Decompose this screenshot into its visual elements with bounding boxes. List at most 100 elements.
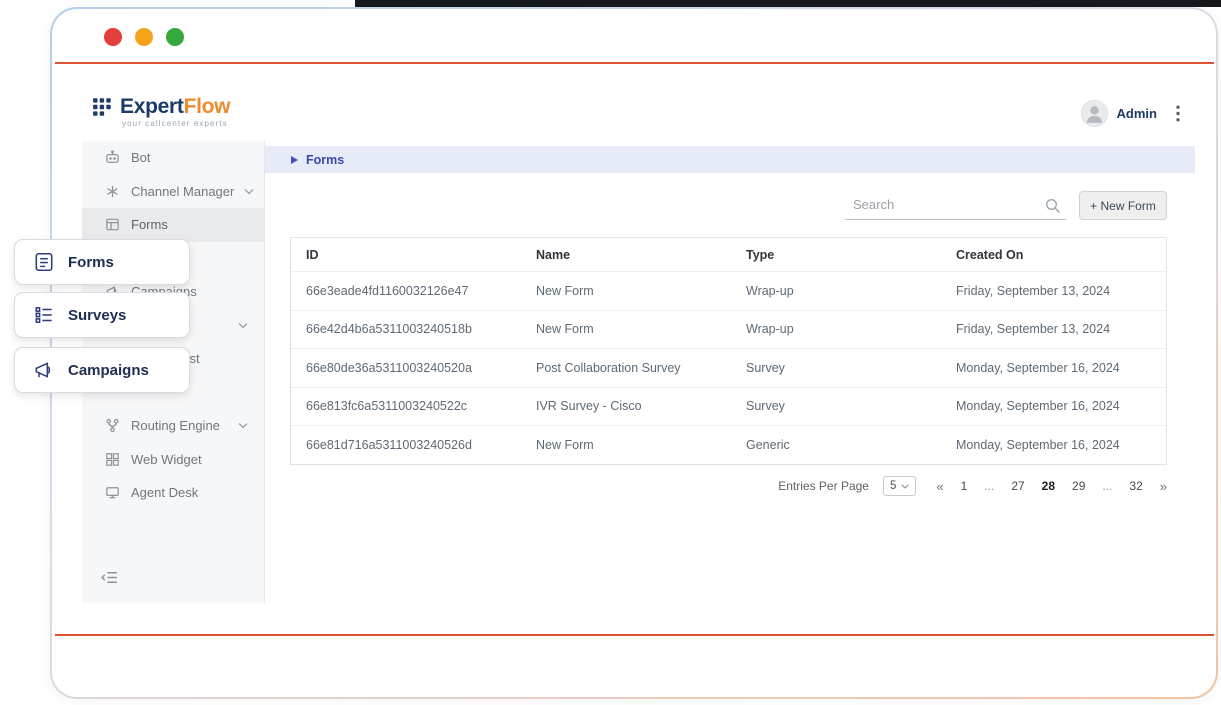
cell-id: 66e42d4b6a5311003240518b — [306, 322, 536, 336]
survey-checklist-icon — [33, 304, 55, 326]
user-avatar[interactable] — [1081, 100, 1108, 127]
sidebar-item-label: Channel Manager — [131, 184, 234, 199]
cell-name: IVR Survey - Cisco — [536, 399, 746, 413]
entries-per-page-label: Entries Per Page — [778, 479, 869, 493]
next-page-button[interactable]: » — [1160, 479, 1167, 494]
table-row[interactable]: 66e813fc6a5311003240522c IVR Survey - Ci… — [291, 387, 1166, 426]
search-icon[interactable] — [1044, 197, 1062, 215]
cell-id: 66e813fc6a5311003240522c — [306, 399, 536, 413]
page-ellipsis: ... — [1102, 479, 1112, 493]
page-button-27[interactable]: 27 — [1011, 479, 1024, 493]
page-button-28-current[interactable]: 28 — [1042, 479, 1055, 493]
column-header-type: Type — [746, 248, 956, 262]
sidebar-item-routing-engine[interactable]: Routing Engine — [82, 409, 264, 443]
breadcrumb-arrow-icon — [291, 156, 298, 164]
sidebar-item-channel-manager[interactable]: Channel Manager — [82, 175, 264, 209]
kebab-menu-icon[interactable] — [1176, 105, 1180, 122]
chevron-down-icon — [238, 422, 248, 429]
table-row[interactable]: 66e42d4b6a5311003240518b New Form Wrap-u… — [291, 310, 1166, 349]
cell-name: Post Collaboration Survey — [536, 361, 746, 375]
sidebar-item-forms[interactable]: Forms — [82, 208, 264, 242]
column-header-id: ID — [306, 248, 536, 262]
sidebar-collapse-icon[interactable] — [100, 568, 119, 587]
close-window-button[interactable] — [104, 28, 122, 46]
table-header-row: ID Name Type Created On — [291, 238, 1166, 271]
user-menu: Admin — [1081, 100, 1180, 127]
cell-created-on: Monday, September 16, 2024 — [956, 361, 1166, 375]
breadcrumb-label: Forms — [306, 153, 344, 167]
prev-page-button[interactable]: « — [936, 479, 943, 494]
page-button-29[interactable]: 29 — [1072, 479, 1085, 493]
cell-id: 66e80de36a5311003240520a — [306, 361, 536, 375]
browser-window: ExpertFlow your callcenter experts Admin — [50, 7, 1218, 699]
user-name-label: Admin — [1117, 106, 1157, 121]
bottom-accent-divider — [55, 634, 1214, 636]
screen-edge-strip — [355, 0, 1221, 7]
form-icon — [33, 251, 55, 273]
table-row[interactable]: 66e81d716a5311003240526d New Form Generi… — [291, 425, 1166, 464]
cell-id: 66e3eade4fd1160032126e47 — [306, 284, 536, 298]
bot-icon — [104, 149, 121, 166]
search-field — [845, 192, 1066, 220]
cell-type: Wrap-up — [746, 284, 956, 298]
cell-created-on: Friday, September 13, 2024 — [956, 284, 1166, 298]
sidebar-item-agent-desk[interactable]: Agent Desk — [82, 476, 264, 510]
table-row[interactable]: 66e80de36a5311003240520a Post Collaborat… — [291, 348, 1166, 387]
search-input[interactable] — [845, 192, 1066, 220]
cell-type: Survey — [746, 361, 956, 375]
expertflow-logo: ExpertFlow your callcenter experts — [92, 96, 230, 128]
breadcrumb[interactable]: Forms — [265, 146, 1195, 173]
table-row[interactable]: 66e3eade4fd1160032126e47 New Form Wrap-u… — [291, 271, 1166, 310]
cell-name: New Form — [536, 322, 746, 336]
cell-name: New Form — [536, 438, 746, 452]
forms-table: ID Name Type Created On 66e3eade4fd11600… — [290, 237, 1167, 465]
cell-created-on: Monday, September 16, 2024 — [956, 399, 1166, 413]
routing-engine-icon — [104, 417, 121, 434]
channel-manager-icon — [104, 183, 121, 200]
logo-tagline: your callcenter experts — [120, 119, 230, 128]
forms-icon — [104, 216, 121, 233]
logo-grid-icon — [92, 96, 114, 118]
entries-per-page-select[interactable]: 5 — [883, 476, 916, 496]
callout-surveys[interactable]: Surveys — [14, 292, 190, 338]
page-button-1[interactable]: 1 — [961, 479, 968, 493]
select-caret-icon — [901, 484, 909, 489]
callout-forms[interactable]: Forms — [14, 239, 190, 285]
column-header-name: Name — [536, 248, 746, 262]
cell-created-on: Friday, September 13, 2024 — [956, 322, 1166, 336]
pagination-bar: Entries Per Page 5 « 1 ... 27 28 29 ... … — [778, 476, 1167, 496]
zoom-window-button[interactable] — [166, 28, 184, 46]
chevron-down-icon — [238, 322, 248, 329]
sidebar-item-label: Forms — [131, 217, 168, 232]
agent-desk-icon — [104, 484, 121, 501]
column-header-created-on: Created On — [956, 248, 1166, 262]
cell-type: Survey — [746, 399, 956, 413]
page-ellipsis: ... — [984, 479, 994, 493]
sidebar-item-label: Routing Engine — [131, 418, 220, 433]
cell-type: Wrap-up — [746, 322, 956, 336]
sidebar-item-bot[interactable]: Bot — [82, 141, 264, 175]
page-button-32[interactable]: 32 — [1129, 479, 1142, 493]
new-form-button[interactable]: + New Form — [1079, 191, 1167, 220]
sidebar-item-web-widget[interactable]: Web Widget — [82, 443, 264, 477]
logo-brand-primary: Expert — [120, 95, 184, 118]
pager: « 1 ... 27 28 29 ... 32 » — [936, 479, 1167, 494]
sidebar-item-label: Web Widget — [131, 452, 202, 467]
entries-per-page-value: 5 — [890, 480, 896, 492]
web-widget-icon — [104, 451, 121, 468]
minimize-window-button[interactable] — [135, 28, 153, 46]
logo-brand-secondary: Flow — [184, 95, 231, 118]
cell-type: Generic — [746, 438, 956, 452]
window-controls — [104, 28, 184, 46]
callout-campaigns[interactable]: Campaigns — [14, 347, 190, 393]
cell-name: New Form — [536, 284, 746, 298]
cell-id: 66e81d716a5311003240526d — [306, 438, 536, 452]
megaphone-icon — [33, 359, 55, 381]
chevron-down-icon — [244, 188, 254, 195]
browser-window-inner: ExpertFlow your callcenter experts Admin — [52, 9, 1216, 697]
sidebar-item-label: Bot — [131, 150, 151, 165]
cell-created-on: Monday, September 16, 2024 — [956, 438, 1166, 452]
sidebar-item-label: Agent Desk — [131, 485, 198, 500]
top-accent-divider — [55, 62, 1214, 64]
logo-wordmark: ExpertFlow — [120, 96, 230, 118]
